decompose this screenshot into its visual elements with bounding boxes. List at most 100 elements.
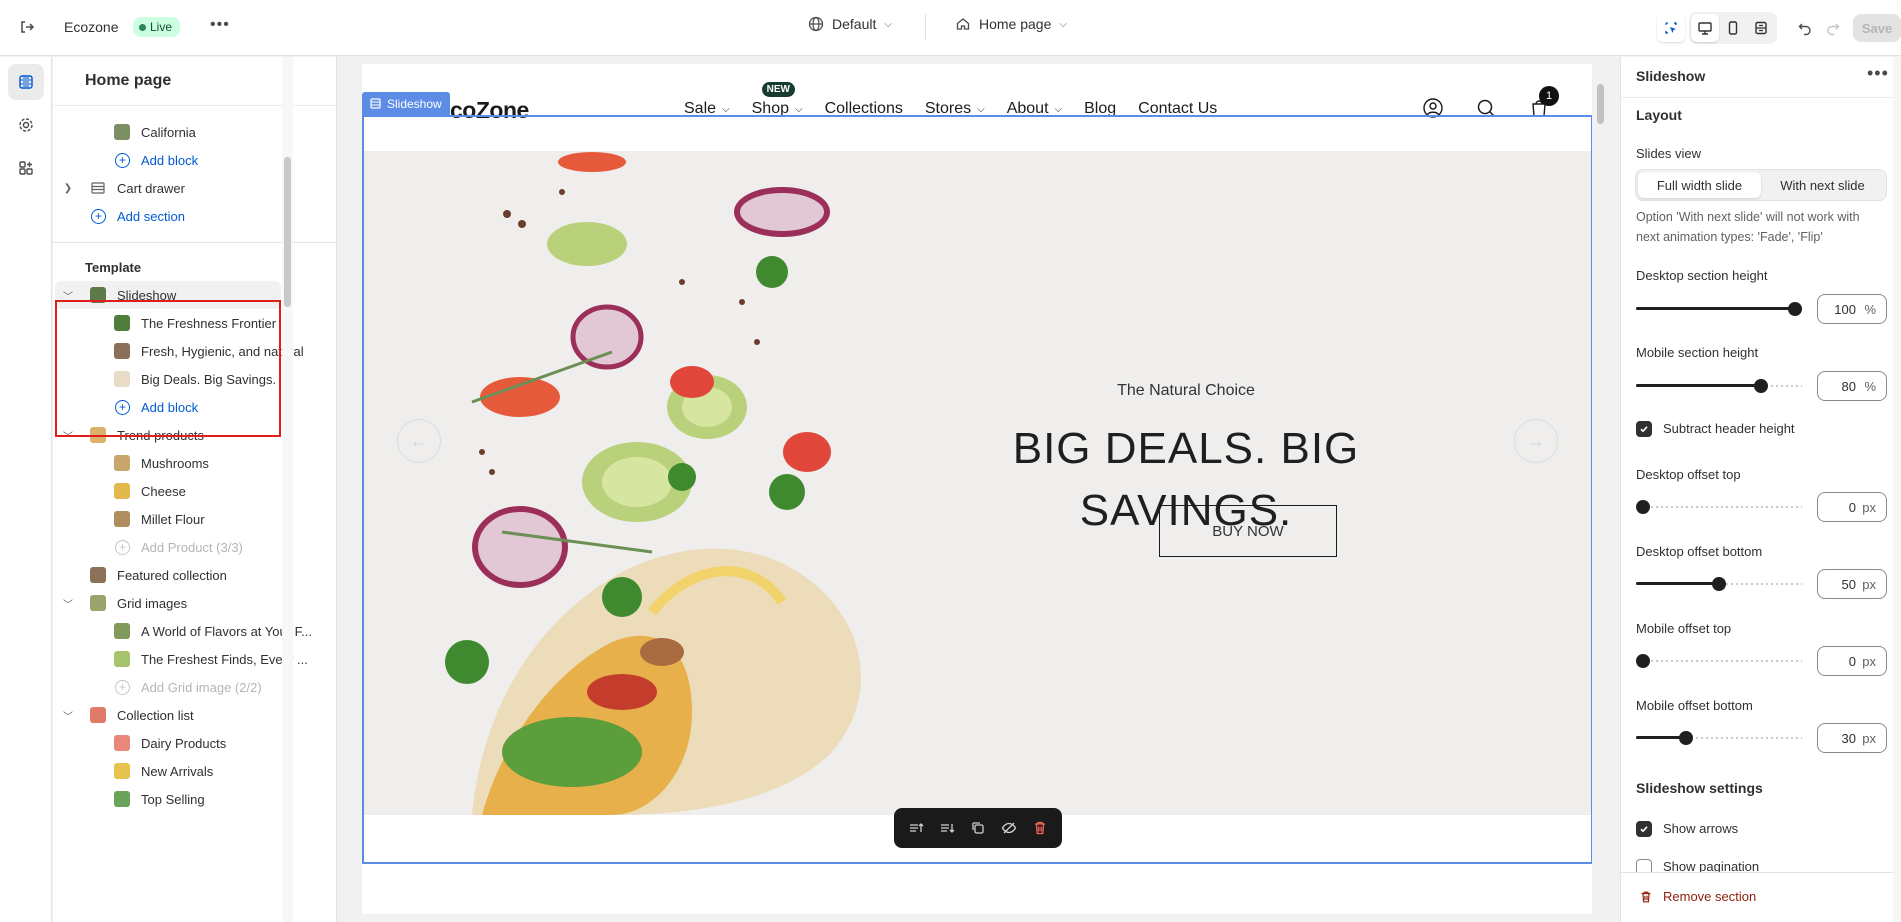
hero-heading-line: BIG DEALS. BIG	[1012, 424, 1360, 473]
mobile-offset-top-input[interactable]: 0 px	[1817, 646, 1887, 676]
store-nav: Sale ⌵ NEW Shop ⌵ Collections Stores ⌵ About…	[684, 82, 1217, 118]
tree-heading-label: Template	[85, 259, 142, 275]
settings-title: Slideshow	[1636, 68, 1706, 84]
desktop-offset-bottom-input[interactable]: 50 px	[1817, 569, 1887, 599]
slider-handle[interactable]	[1636, 500, 1650, 514]
live-label: Live	[150, 20, 173, 34]
mobile-height-input[interactable]: 80%	[1817, 371, 1887, 401]
move-up-icon[interactable]	[908, 820, 924, 836]
desktop-offset-top-input[interactable]: 0 px	[1817, 492, 1887, 522]
remove-section-button[interactable]: Remove section	[1639, 889, 1756, 904]
tree-item-label: Featured collection	[117, 567, 227, 583]
show-arrows-checkbox[interactable]	[1636, 821, 1652, 837]
hide-icon[interactable]	[1001, 820, 1017, 836]
save-button[interactable]: Save	[1853, 14, 1901, 42]
plus-circle-icon: +	[115, 152, 130, 168]
cursor-select-icon	[1665, 22, 1677, 34]
input-unit: px	[1862, 499, 1876, 515]
slider-handle[interactable]	[1636, 654, 1650, 668]
inspector-toggle[interactable]	[1657, 14, 1685, 42]
slides-view-toggle: Full width slide With next slide	[1635, 169, 1887, 201]
subtract-header-checkbox[interactable]	[1636, 421, 1652, 437]
mobile-icon	[1728, 21, 1738, 35]
more-actions-icon[interactable]: •••	[210, 16, 230, 34]
search-icon[interactable]	[1475, 97, 1497, 119]
viewport-switcher	[1689, 12, 1777, 44]
redo-button[interactable]	[1819, 14, 1847, 42]
tree-item-label: Cheese	[141, 483, 186, 499]
settings-scrollbar[interactable]	[1893, 57, 1901, 922]
chevron-down-icon: ⌵	[795, 103, 803, 115]
buy-now-button[interactable]: BUY NOW	[1159, 505, 1337, 557]
preview-scrollbar[interactable]	[1592, 64, 1608, 922]
slider-handle[interactable]	[1754, 379, 1768, 393]
slides-view-label: Slides view	[1636, 146, 1702, 161]
tree-item-label: Dairy Products	[141, 735, 227, 751]
store-preview: coZone Sale ⌵ NEW Shop ⌵ Collections Stores…	[362, 64, 1592, 914]
block-thumbnail-icon	[114, 455, 130, 471]
duplicate-icon[interactable]	[970, 820, 986, 836]
apps-icon	[19, 161, 33, 175]
store-logo[interactable]: coZone	[450, 97, 529, 124]
exit-icon[interactable]	[18, 18, 36, 36]
theme-settings-tab[interactable]	[8, 107, 44, 143]
slides-view-full-width[interactable]: Full width slide	[1638, 172, 1761, 198]
sidebar-title: Home page	[85, 72, 172, 89]
next-slide-button[interactable]: →	[1514, 419, 1558, 463]
slideshow-settings-heading: Slideshow settings	[1636, 780, 1763, 796]
undo-button[interactable]	[1791, 14, 1819, 42]
tree-item-label: Grid images	[117, 595, 188, 611]
move-down-icon[interactable]	[939, 820, 955, 836]
sections-tab[interactable]	[8, 64, 44, 100]
divider	[53, 242, 336, 243]
section-thumbnail-icon	[90, 707, 106, 723]
section-floating-toolbar	[894, 808, 1062, 848]
slides-view-with-next[interactable]: With next slide	[1761, 172, 1884, 198]
nav-item-stores[interactable]: Stores ⌵	[925, 100, 985, 118]
desktop-offset-bottom-slider[interactable]	[1636, 577, 1802, 591]
mobile-offset-bottom-input[interactable]: 30 px	[1817, 723, 1887, 753]
desktop-height-input[interactable]: 100%	[1817, 294, 1887, 324]
prev-slide-button[interactable]: ←	[397, 419, 441, 463]
preview-scrollbar-thumb[interactable]	[1597, 84, 1604, 124]
nav-item-shop[interactable]: NEW Shop ⌵	[751, 82, 803, 118]
gear-icon	[19, 118, 33, 132]
input-value: 100	[1834, 301, 1856, 317]
desktop-height-slider[interactable]	[1636, 302, 1802, 316]
nav-item-about[interactable]: About ⌵	[1007, 100, 1062, 118]
mobile-offset-top-slider[interactable]	[1636, 654, 1802, 668]
mobile-height-slider[interactable]	[1636, 379, 1802, 393]
checkmark-icon	[1640, 426, 1648, 433]
chevron-down-icon: ⌵	[977, 103, 985, 115]
subtract-header-label: Subtract header height	[1663, 421, 1795, 436]
slider-handle[interactable]	[1679, 731, 1693, 745]
plus-circle-icon: +	[115, 539, 130, 555]
account-icon[interactable]	[1422, 97, 1444, 119]
hero-image	[445, 152, 861, 815]
desktop-view-button[interactable]	[1691, 14, 1719, 42]
sidebar-scrollbar-thumb[interactable]	[284, 157, 291, 307]
theme-selector[interactable]: Default ⌵	[808, 16, 892, 32]
nav-item-contact[interactable]: Contact Us	[1138, 100, 1217, 118]
slider-handle[interactable]	[1788, 302, 1802, 316]
globe-icon	[808, 16, 824, 32]
tree-item-label: Add block	[141, 152, 199, 168]
input-unit: px	[1862, 576, 1876, 592]
app-embeds-tab[interactable]	[8, 150, 44, 186]
section-tag[interactable]: Slideshow	[362, 92, 450, 115]
nav-item-sale[interactable]: Sale ⌵	[684, 100, 730, 118]
delete-icon[interactable]	[1032, 820, 1048, 836]
block-thumbnail-icon	[114, 763, 130, 779]
input-value: 0	[1848, 499, 1856, 515]
slider-handle[interactable]	[1712, 577, 1726, 591]
page-selector[interactable]: Home page ⌵	[955, 16, 1067, 32]
desktop-offset-top-slider[interactable]	[1636, 500, 1802, 514]
more-actions-icon[interactable]: •••	[1867, 63, 1889, 84]
input-value: 50	[1841, 576, 1856, 592]
nav-item-blog[interactable]: Blog	[1084, 100, 1116, 118]
mobile-view-button[interactable]	[1719, 14, 1747, 42]
nav-item-collections[interactable]: Collections	[825, 100, 903, 118]
full-width-view-button[interactable]	[1747, 14, 1775, 42]
nav-label: Shop	[751, 100, 789, 117]
mobile-offset-bottom-slider[interactable]	[1636, 731, 1802, 745]
